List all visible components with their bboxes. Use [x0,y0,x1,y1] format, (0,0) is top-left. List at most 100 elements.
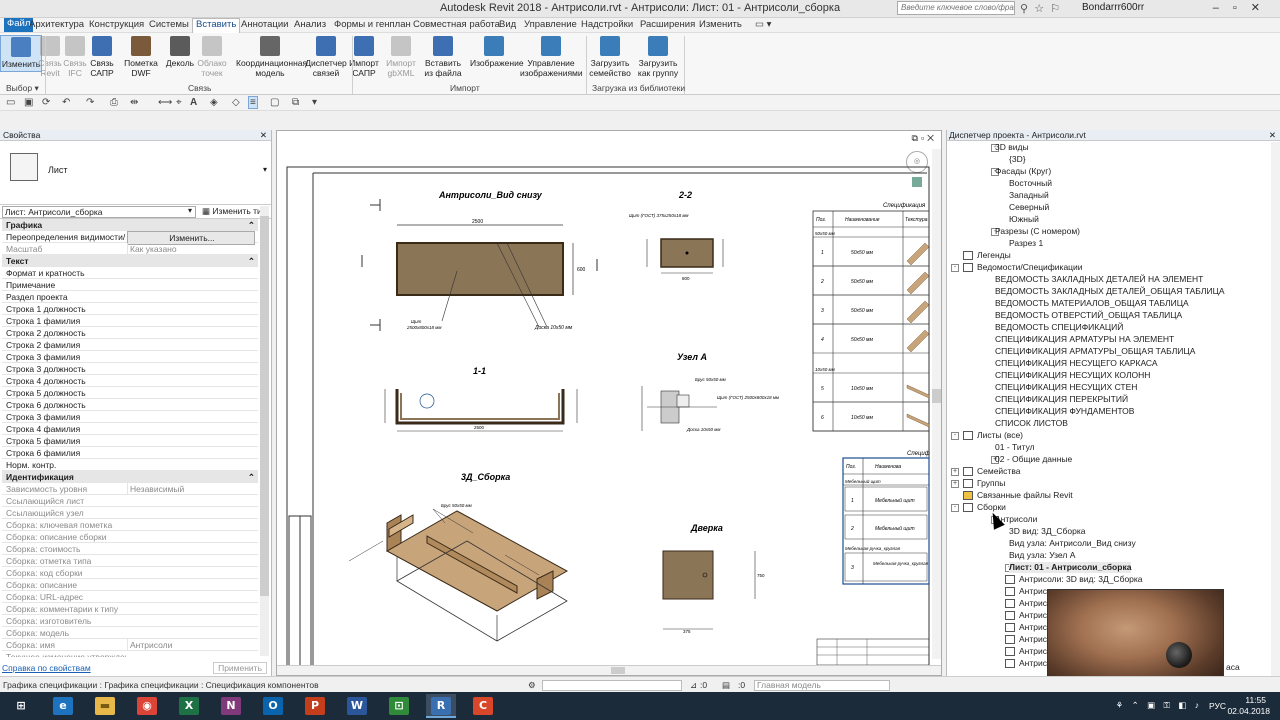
redo-icon[interactable]: ↷ [86,97,94,108]
ribbon-button-11[interactable]: Вставить из файла [421,35,465,78]
tree-item[interactable]: Лист: 01 - Антрисоли_сборка [1009,562,1132,573]
property-row[interactable]: Строка 2 должность [2,327,258,339]
property-row[interactable]: Строка 1 должность [2,303,258,315]
tree-item[interactable]: Вид узла: Узел А [1009,550,1075,561]
tree-item[interactable]: СПЕЦИФИКАЦИЯ НЕСУЩИХ СТЕН [995,382,1137,393]
tab-1[interactable]: Архитектура [26,19,87,30]
tab-3[interactable]: Системы [146,19,192,30]
tree-item[interactable]: 3D вид: 3Д_Сборка [1009,526,1085,537]
expand-icon[interactable]: + [951,480,959,488]
ribbon-button-15[interactable]: Загрузить как группу [635,35,681,78]
property-row[interactable]: Строка 3 должность [2,363,258,375]
signin-icon[interactable]: ⚐ [1050,3,1060,15]
tab-7[interactable]: Формы и генплан [331,19,414,30]
properties-help-link[interactable]: Справка по свойствам [2,663,91,673]
close-hidden-icon[interactable]: ▢ [270,97,279,108]
edge-taskbar-button[interactable]: e [48,694,78,718]
scrollbar-thumb[interactable] [260,216,269,596]
ribbon-button-1[interactable]: Связь Revit [37,35,63,78]
property-row[interactable]: Строка 6 фамилия [2,447,258,459]
titlebar-tools[interactable]: ⚲ ☆ ⚐ [1020,2,1060,15]
property-row[interactable]: Норм. контр. [2,459,258,471]
property-row[interactable]: Ссылающийся узел [2,507,258,519]
ribbon-button-14[interactable]: Загрузить семейство [587,35,633,78]
measure-icon[interactable]: ⇹ [130,97,138,108]
scrollbar-thumb[interactable] [932,389,941,403]
collapse-icon[interactable]: - [951,264,959,272]
excel-taskbar-button[interactable]: X [174,694,204,718]
tree-item[interactable]: Группы [977,478,1005,489]
tree-item[interactable]: ВЕДОМОСТЬ ЗАКЛАДНЫХ ДЕТАЛЕЙ_ОБЩАЯ ТАБЛИЦ… [995,286,1225,297]
minimize-icon[interactable]: – [1213,2,1233,14]
property-row[interactable]: Сборка: стоимость [2,543,258,555]
save-icon[interactable]: ▣ [24,97,33,108]
property-row[interactable]: Строка 4 должность [2,375,258,387]
edit-type-button[interactable]: ▦ Изменить тип [202,206,266,217]
section-icon[interactable]: ◇ [232,97,240,108]
tree-item[interactable]: Южный [1009,214,1039,225]
scrollbar[interactable] [260,206,269,656]
panel-label-select[interactable]: Выбор ▾ [6,83,39,94]
chevron-down-icon[interactable]: ▾ [263,165,267,174]
tree-item[interactable]: {3D} [1009,154,1026,165]
tree-item[interactable]: ВЕДОМОСТЬ МАТЕРИАЛОВ_ОБЩАЯ ТАБЛИЦА [995,298,1189,309]
tab-8[interactable]: Совместная работа [410,19,503,30]
collapse-icon[interactable]: - [951,432,959,440]
collapse-icon[interactable]: ⌃ [248,255,255,267]
ribbon-button-13[interactable]: Управление изображениями [520,35,583,78]
property-row[interactable]: Переопределения видимости/... Изменить... [2,231,258,245]
property-group[interactable]: Текст ⌃ [2,255,258,267]
tree-item[interactable]: Восточный [1009,178,1052,189]
property-value[interactable]: Независимый [127,483,255,495]
property-row[interactable]: Строка 1 фамилия [2,315,258,327]
ribbon-button-4[interactable]: Пометка DWF [121,35,161,78]
tray-icons[interactable]: ⚘ ⌃ ▣ ⚿ ◧ ♪ [1116,700,1202,711]
design-option-select[interactable]: Главная модель [754,680,890,691]
ribbon-button-0[interactable]: Изменить [0,35,42,72]
design-options-icon[interactable]: ▤ [722,680,730,691]
scrollbar[interactable] [1271,142,1280,676]
dimension-icon[interactable]: ⟷ [158,97,172,108]
ribbon-button-7[interactable]: Координационная модель [236,35,307,78]
tree-item[interactable]: Листы (все) [977,430,1023,441]
tree-item[interactable]: Связанные файлы Revit [977,490,1073,501]
tree-item[interactable]: Антрисоли: 3D вид: 3Д_Сборка [1019,574,1143,585]
tree-item[interactable]: СПЕЦИФИКАЦИЯ ФУНДАМЕНТОВ [995,406,1134,417]
property-row[interactable]: Раздел проекта [2,291,258,303]
workset-icon[interactable]: ⚙ [528,680,536,691]
property-row[interactable]: Сборка: описание [2,579,258,591]
user-name[interactable]: Bondarrr600rr [1082,2,1144,13]
type-selector[interactable]: Лист ▾ [0,141,271,205]
onenote-taskbar-button[interactable]: N [216,694,246,718]
ribbon-button-8[interactable]: Диспетчер связей [304,35,348,78]
tree-item[interactable]: СПЕЦИФИКАЦИЯ ПЕРЕКРЫТИЙ [995,394,1128,405]
print-icon[interactable]: ⎙ [110,97,118,108]
powerpoint-taskbar-button[interactable]: P [300,694,330,718]
property-row[interactable]: Текущее изменение утверждено [2,651,258,657]
maximize-icon[interactable]: ▫ [1233,2,1251,14]
star-icon[interactable]: ☆ [1034,3,1044,15]
property-row[interactable]: Примечание [2,279,258,291]
tree-item[interactable]: Ведомости/Спецификации [977,262,1083,273]
tree-item[interactable]: Сборки [977,502,1006,513]
collapse-icon[interactable]: ⌃ [248,471,255,483]
property-row[interactable]: Сборка: модель [2,627,258,639]
property-row[interactable]: Сборка: отметка типа [2,555,258,567]
property-row[interactable]: Сборка: изготовитель [2,615,258,627]
tab-6[interactable]: Анализ [291,19,329,30]
property-value[interactable]: Как указано [127,243,255,255]
word-taskbar-button[interactable]: W [342,694,372,718]
tree-item[interactable]: Фасады (Круг) [995,166,1051,177]
ribbon-minimize-icon[interactable]: ▭ ▾ [752,19,774,30]
property-row[interactable]: Ссылающийся лист [2,495,258,507]
search-input[interactable]: Введите ключевое слово/фразу [897,1,1015,15]
tab-11[interactable]: Надстройки [578,19,636,30]
tab-10[interactable]: Управление [521,19,580,30]
apply-button[interactable]: Применить [213,662,267,674]
revit-taskbar-button[interactable]: R [426,694,456,718]
property-row[interactable]: Сборка: комментарии к типу [2,603,258,615]
chevron-down-icon[interactable]: ▾ [188,206,192,215]
window-controls[interactable]: –▫✕ [1213,1,1274,14]
property-row[interactable]: Сборка: описание сборки [2,531,258,543]
outlook-taskbar-button[interactable]: O [258,694,288,718]
